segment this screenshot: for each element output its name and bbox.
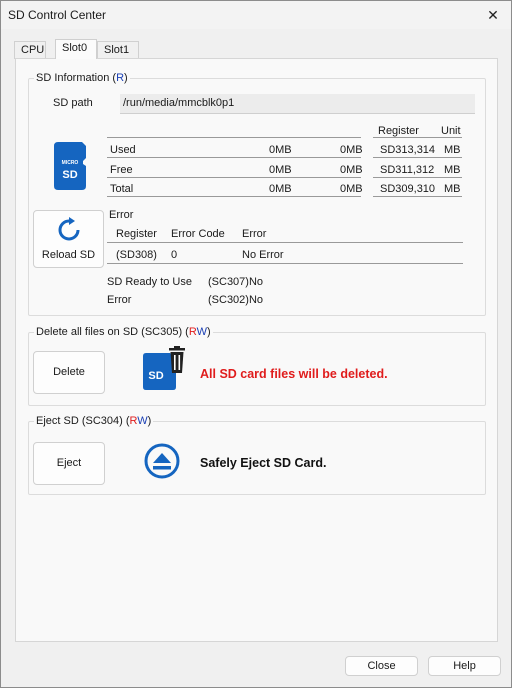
- reload-sd-label: Reload SD: [41, 249, 96, 261]
- svg-text:SD: SD: [148, 370, 163, 382]
- delete-files-legend: Delete all files on SD (SC305) (RW): [34, 326, 213, 338]
- delete-warning-text: All SD card files will be deleted.: [200, 367, 388, 381]
- eject-message-text: Safely Eject SD Card.: [200, 456, 327, 470]
- tab-cpu[interactable]: CPU: [14, 41, 46, 59]
- svg-text:SD: SD: [62, 169, 77, 181]
- eject-sd-group: Eject SD (SC304) (RW) Eject Safely Eject…: [28, 415, 486, 495]
- sd-path-field: /run/media/mmcblk0p1: [120, 94, 475, 114]
- sd-ready-label: SD Ready to Use: [107, 276, 192, 288]
- micro-sd-card-icon: MICRO SD: [54, 142, 86, 190]
- eject-button[interactable]: Eject: [33, 442, 105, 485]
- slot0-tab-page: SD Information (R) SD path /run/media/mm…: [15, 58, 498, 642]
- tab-slot0[interactable]: Slot0: [55, 39, 97, 59]
- title-bar: SD Control Center ✕: [1, 1, 511, 29]
- help-button[interactable]: Help: [428, 656, 501, 676]
- col-register-header: Register: [378, 125, 419, 137]
- sd-path-label: SD path: [53, 97, 93, 109]
- err-col-code: Error Code: [171, 228, 225, 240]
- delete-files-group: Delete all files on SD (SC305) (RW) Dele…: [28, 326, 486, 406]
- close-window-icon[interactable]: ✕: [483, 5, 503, 25]
- close-button[interactable]: Close: [345, 656, 418, 676]
- svg-text:MICRO: MICRO: [62, 160, 79, 166]
- col-unit-header: Unit: [441, 125, 461, 137]
- window-title: SD Control Center: [8, 8, 107, 22]
- err-col-register: Register: [116, 228, 157, 240]
- sd-ready-value: (SC307)No: [208, 276, 264, 288]
- error-status-value: (SC302)No: [208, 294, 264, 306]
- sd-information-group: SD Information (R) SD path /run/media/mm…: [28, 72, 486, 316]
- err-col-error: Error: [242, 228, 267, 240]
- eject-sd-legend: Eject SD (SC304) (RW): [34, 415, 154, 427]
- sd-information-legend: SD Information (R): [34, 72, 130, 84]
- reload-sd-button[interactable]: Reload SD: [33, 210, 104, 268]
- delete-button[interactable]: Delete: [33, 351, 105, 394]
- error-section-title: Error: [109, 209, 134, 221]
- sd-control-center-window: SD Control Center ✕ CPU Slot0 Slot1 SD I…: [0, 0, 512, 688]
- eject-icon: [144, 443, 180, 479]
- error-status-label: Error: [107, 294, 132, 306]
- tab-slot1[interactable]: Slot1: [97, 41, 139, 59]
- reload-icon: [58, 217, 80, 241]
- sd-delete-icon: SD: [143, 346, 185, 390]
